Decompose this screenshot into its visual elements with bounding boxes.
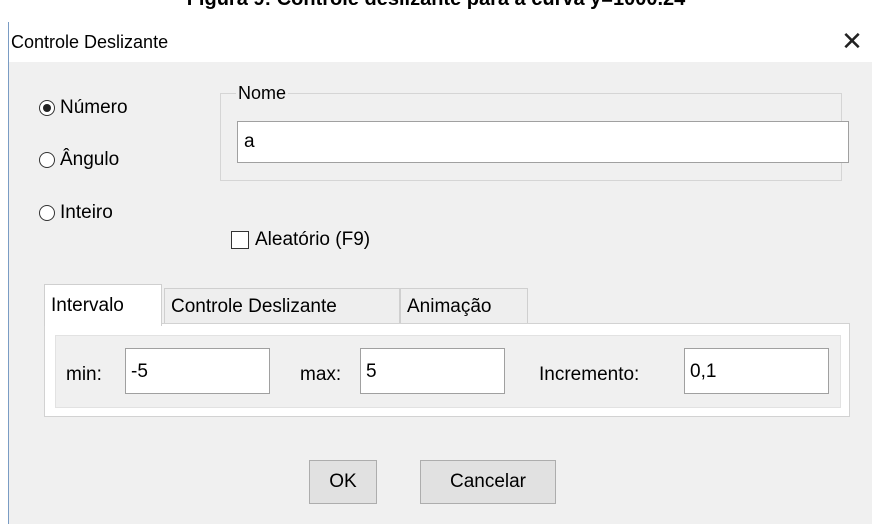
tab-intervalo[interactable]: Intervalo xyxy=(44,284,162,326)
tab-controle-deslizante[interactable]: Controle Deslizante xyxy=(164,288,400,324)
max-input[interactable]: 5 xyxy=(360,348,505,394)
min-input[interactable]: -5 xyxy=(125,348,270,394)
radio-inteiro[interactable]: Inteiro xyxy=(39,202,113,224)
name-group-legend: Nome xyxy=(236,83,289,104)
random-checkbox[interactable]: Aleatório (F9) xyxy=(231,229,370,251)
ok-button[interactable]: OK xyxy=(309,460,377,504)
radio-numero-label: Número xyxy=(60,97,128,118)
name-input[interactable]: a xyxy=(237,121,849,163)
radio-angulo[interactable]: Ângulo xyxy=(39,149,119,171)
cancel-button[interactable]: Cancelar xyxy=(420,460,556,504)
slider-dialog: Controle Deslizante ✕ Número Ângulo Inte… xyxy=(8,22,872,524)
random-checkbox-label: Aleatório (F9) xyxy=(255,229,371,250)
radio-unselected-icon xyxy=(39,205,55,221)
max-label: max: xyxy=(300,364,342,385)
close-icon[interactable]: ✕ xyxy=(837,26,867,56)
radio-angulo-label: Ângulo xyxy=(60,149,120,170)
min-label: min: xyxy=(66,364,102,385)
radio-unselected-icon xyxy=(39,152,55,168)
checkbox-unchecked-icon xyxy=(231,231,249,249)
increment-input[interactable]: 0,1 xyxy=(684,348,829,394)
title-bar: Controle Deslizante ✕ xyxy=(9,22,872,62)
dialog-title: Controle Deslizante xyxy=(11,32,169,52)
figure-caption: Figura 9: Controle deslizante para a cur… xyxy=(0,0,872,11)
radio-numero[interactable]: Número xyxy=(39,97,128,119)
radio-inteiro-label: Inteiro xyxy=(60,202,113,223)
radio-selected-icon xyxy=(39,100,55,116)
tab-animacao[interactable]: Animação xyxy=(400,288,528,324)
increment-label: Incremento: xyxy=(539,364,640,385)
